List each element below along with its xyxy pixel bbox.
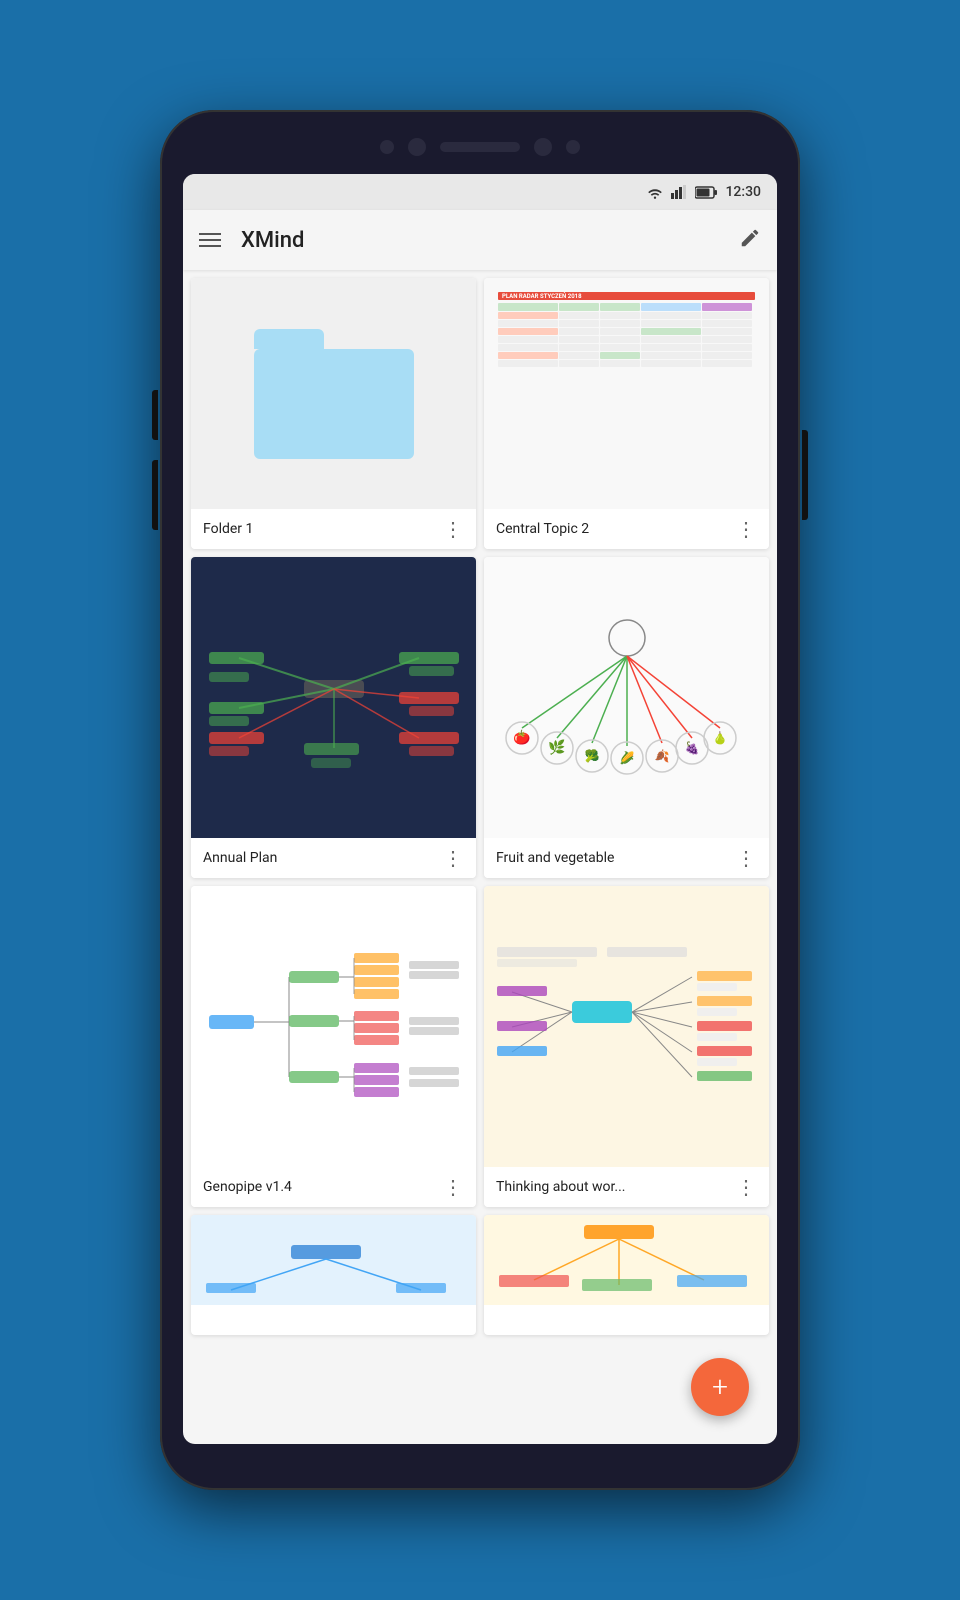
- app-bar: XMind: [183, 210, 777, 270]
- phone-screen: 12:30 XMind: [183, 174, 777, 1444]
- wifi-icon: [647, 186, 663, 199]
- item-name-annual: Annual Plan: [203, 850, 277, 866]
- phone-sensors: [160, 110, 800, 170]
- grid-item-footer-thinking: Thinking about wor... ⋮: [484, 1167, 769, 1207]
- item-name-thinking: Thinking about wor...: [496, 1179, 625, 1195]
- grid-item-footer-fruit: Fruit and vegetable ⋮: [484, 838, 769, 878]
- svg-text:🍐: 🍐: [712, 731, 727, 745]
- more-button-fruit[interactable]: ⋮: [736, 848, 757, 868]
- fab-plus-icon: +: [712, 1373, 728, 1401]
- edit-button[interactable]: [739, 227, 761, 253]
- folder-thumbnail: [191, 278, 476, 509]
- grid-item-footer-folder1: Folder 1 ⋮: [191, 509, 476, 549]
- more-button-annual[interactable]: ⋮: [443, 848, 464, 868]
- speaker-bar: [440, 142, 520, 152]
- item-name-central: Central Topic 2: [496, 521, 589, 537]
- edit-icon: [739, 227, 761, 249]
- more-button-central[interactable]: ⋮: [736, 519, 757, 539]
- fruit-mindmap-svg: 🍅 🌿 🥦 🌽 🍂 🍇 🍐: [492, 608, 762, 788]
- folder-tab: [254, 329, 324, 349]
- hamburger-line-3: [199, 245, 221, 247]
- fruit-thumbnail: 🍅 🌿 🥦 🌽 🍂 🍇 🍐: [484, 557, 769, 838]
- sensor-dot: [380, 140, 394, 154]
- more-button-folder1[interactable]: ⋮: [443, 519, 464, 539]
- svg-text:🌿: 🌿: [548, 739, 565, 756]
- app-title: XMind: [241, 228, 739, 253]
- phone-frame: 12:30 XMind: [160, 110, 800, 1490]
- content-grid: Folder 1 ⋮ PLAN RADAR STYCZEŃ 2018: [183, 270, 777, 1444]
- grid-item-genopipe[interactable]: Genopipe v1.4 ⋮: [191, 886, 476, 1207]
- spreadsheet-thumbnail: PLAN RADAR STYCZEŃ 2018: [484, 278, 769, 509]
- camera-dot: [408, 138, 426, 156]
- grid-item-folder1[interactable]: Folder 1 ⋮: [191, 278, 476, 549]
- folder-body: [254, 349, 414, 459]
- more-button-genopipe[interactable]: ⋮: [443, 1177, 464, 1197]
- thinking-thumbnail: [484, 886, 769, 1167]
- item-name-folder1: Folder 1: [203, 521, 253, 537]
- grid-item-partial1[interactable]: [191, 1215, 476, 1335]
- more-button-thinking[interactable]: ⋮: [736, 1177, 757, 1197]
- partial1-svg: [191, 1215, 461, 1305]
- grid-item-thinking[interactable]: Thinking about wor... ⋮: [484, 886, 769, 1207]
- hamburger-menu[interactable]: [199, 233, 221, 247]
- fab-button[interactable]: +: [691, 1358, 749, 1416]
- grid-item-annual[interactable]: Annual Plan ⋮: [191, 557, 476, 878]
- svg-text:🍂: 🍂: [654, 749, 669, 763]
- folder-shape: [254, 329, 414, 459]
- signal-icon: [671, 185, 687, 199]
- status-bar: 12:30: [183, 174, 777, 210]
- hamburger-line-2: [199, 239, 221, 241]
- volume-button: [152, 390, 158, 440]
- hamburger-line-1: [199, 233, 221, 235]
- item-name-fruit: Fruit and vegetable: [496, 850, 614, 866]
- annual-thumbnail: [191, 557, 476, 838]
- svg-text:🌽: 🌽: [619, 750, 634, 765]
- volume-button-2: [152, 460, 158, 530]
- battery-icon: [695, 186, 717, 199]
- thinking-mindmap-svg: [492, 937, 762, 1117]
- svg-text:🍇: 🍇: [684, 741, 699, 755]
- power-button: [802, 430, 808, 520]
- grid-item-central-topic[interactable]: PLAN RADAR STYCZEŃ 2018: [484, 278, 769, 549]
- genopipe-thumbnail: [191, 886, 476, 1167]
- partial2-svg: [484, 1215, 754, 1305]
- grid-item-footer-genopipe: Genopipe v1.4 ⋮: [191, 1167, 476, 1207]
- grid-item-fruit[interactable]: 🍅 🌿 🥦 🌽 🍂 🍇 🍐 Fruit and vegetable ⋮: [484, 557, 769, 878]
- grid-item-footer-annual: Annual Plan ⋮: [191, 838, 476, 878]
- camera-dot-2: [534, 138, 552, 156]
- genopipe-mindmap-svg: [199, 937, 469, 1117]
- status-time: 12:30: [725, 184, 761, 200]
- annual-mindmap-svg: [199, 608, 469, 788]
- item-name-genopipe: Genopipe v1.4: [203, 1179, 292, 1195]
- svg-text:🥦: 🥦: [584, 748, 599, 763]
- grid-item-footer-central: Central Topic 2 ⋮: [484, 509, 769, 549]
- sensor-dot-2: [566, 140, 580, 154]
- grid-item-partial2[interactable]: [484, 1215, 769, 1335]
- svg-text:🍅: 🍅: [513, 729, 531, 746]
